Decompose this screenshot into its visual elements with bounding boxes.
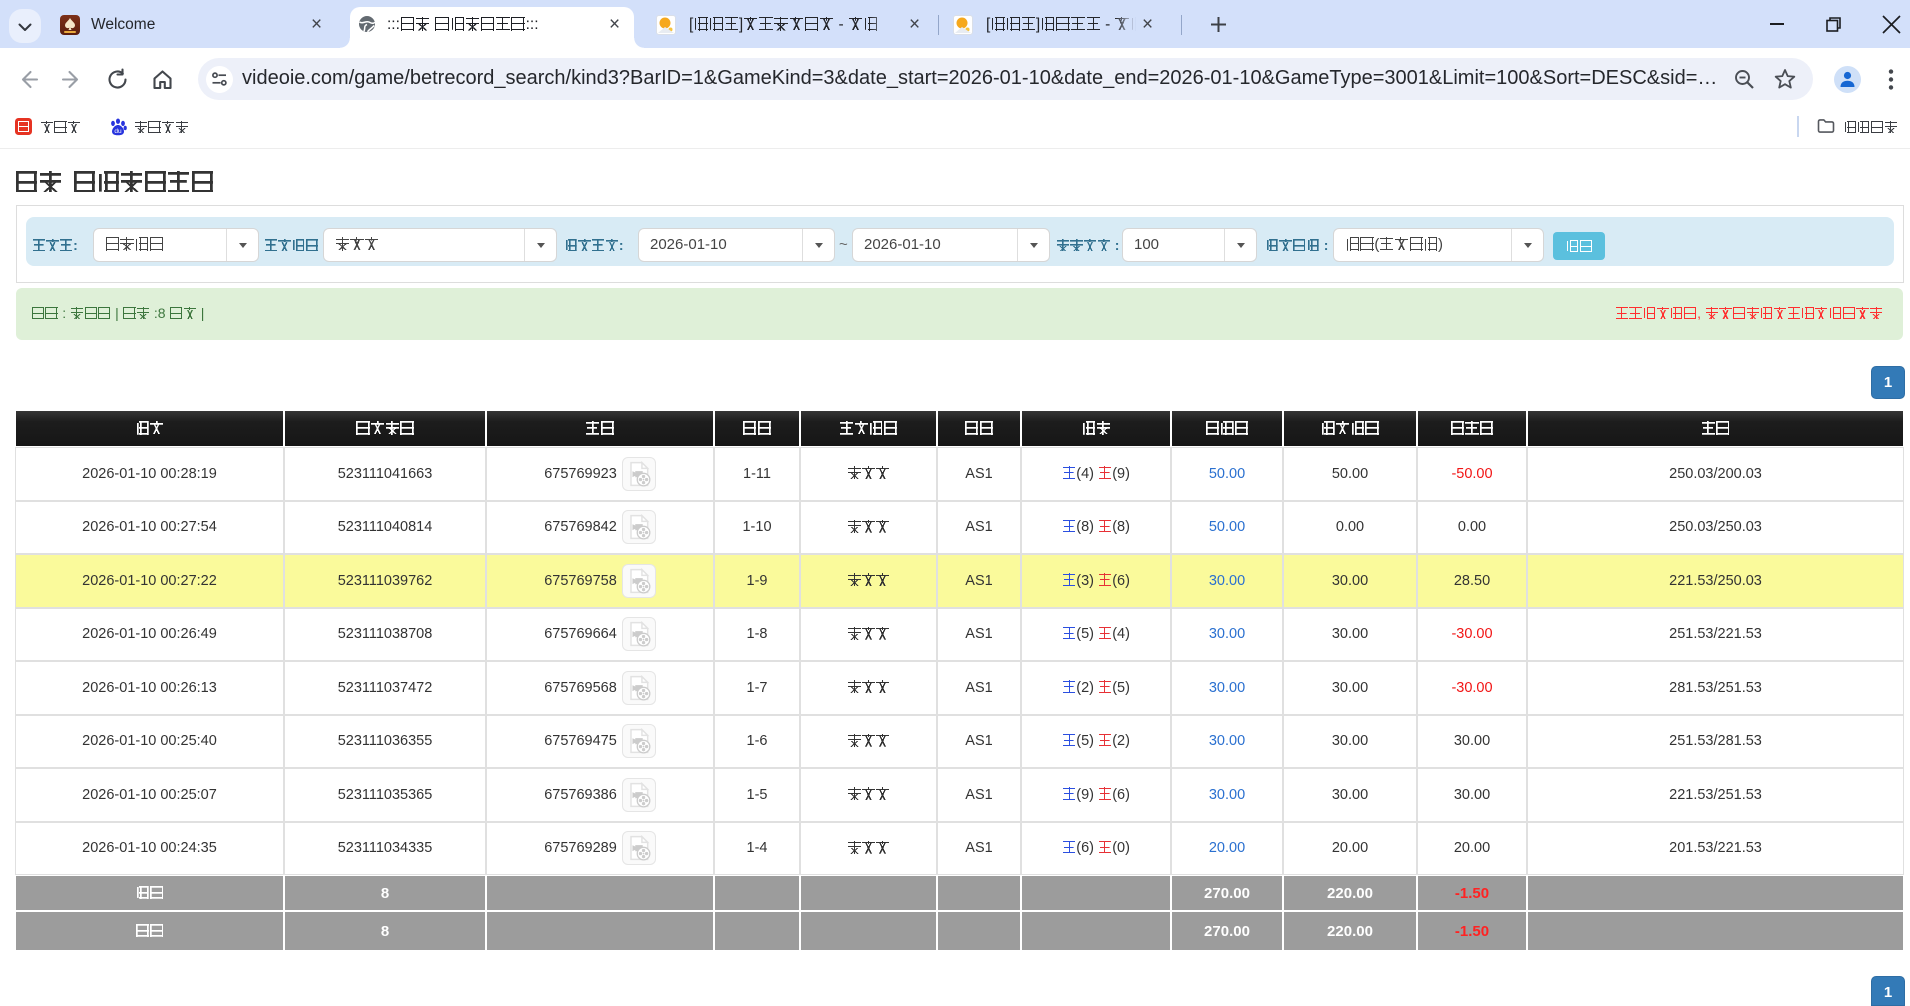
svg-text:du: du (114, 128, 122, 135)
